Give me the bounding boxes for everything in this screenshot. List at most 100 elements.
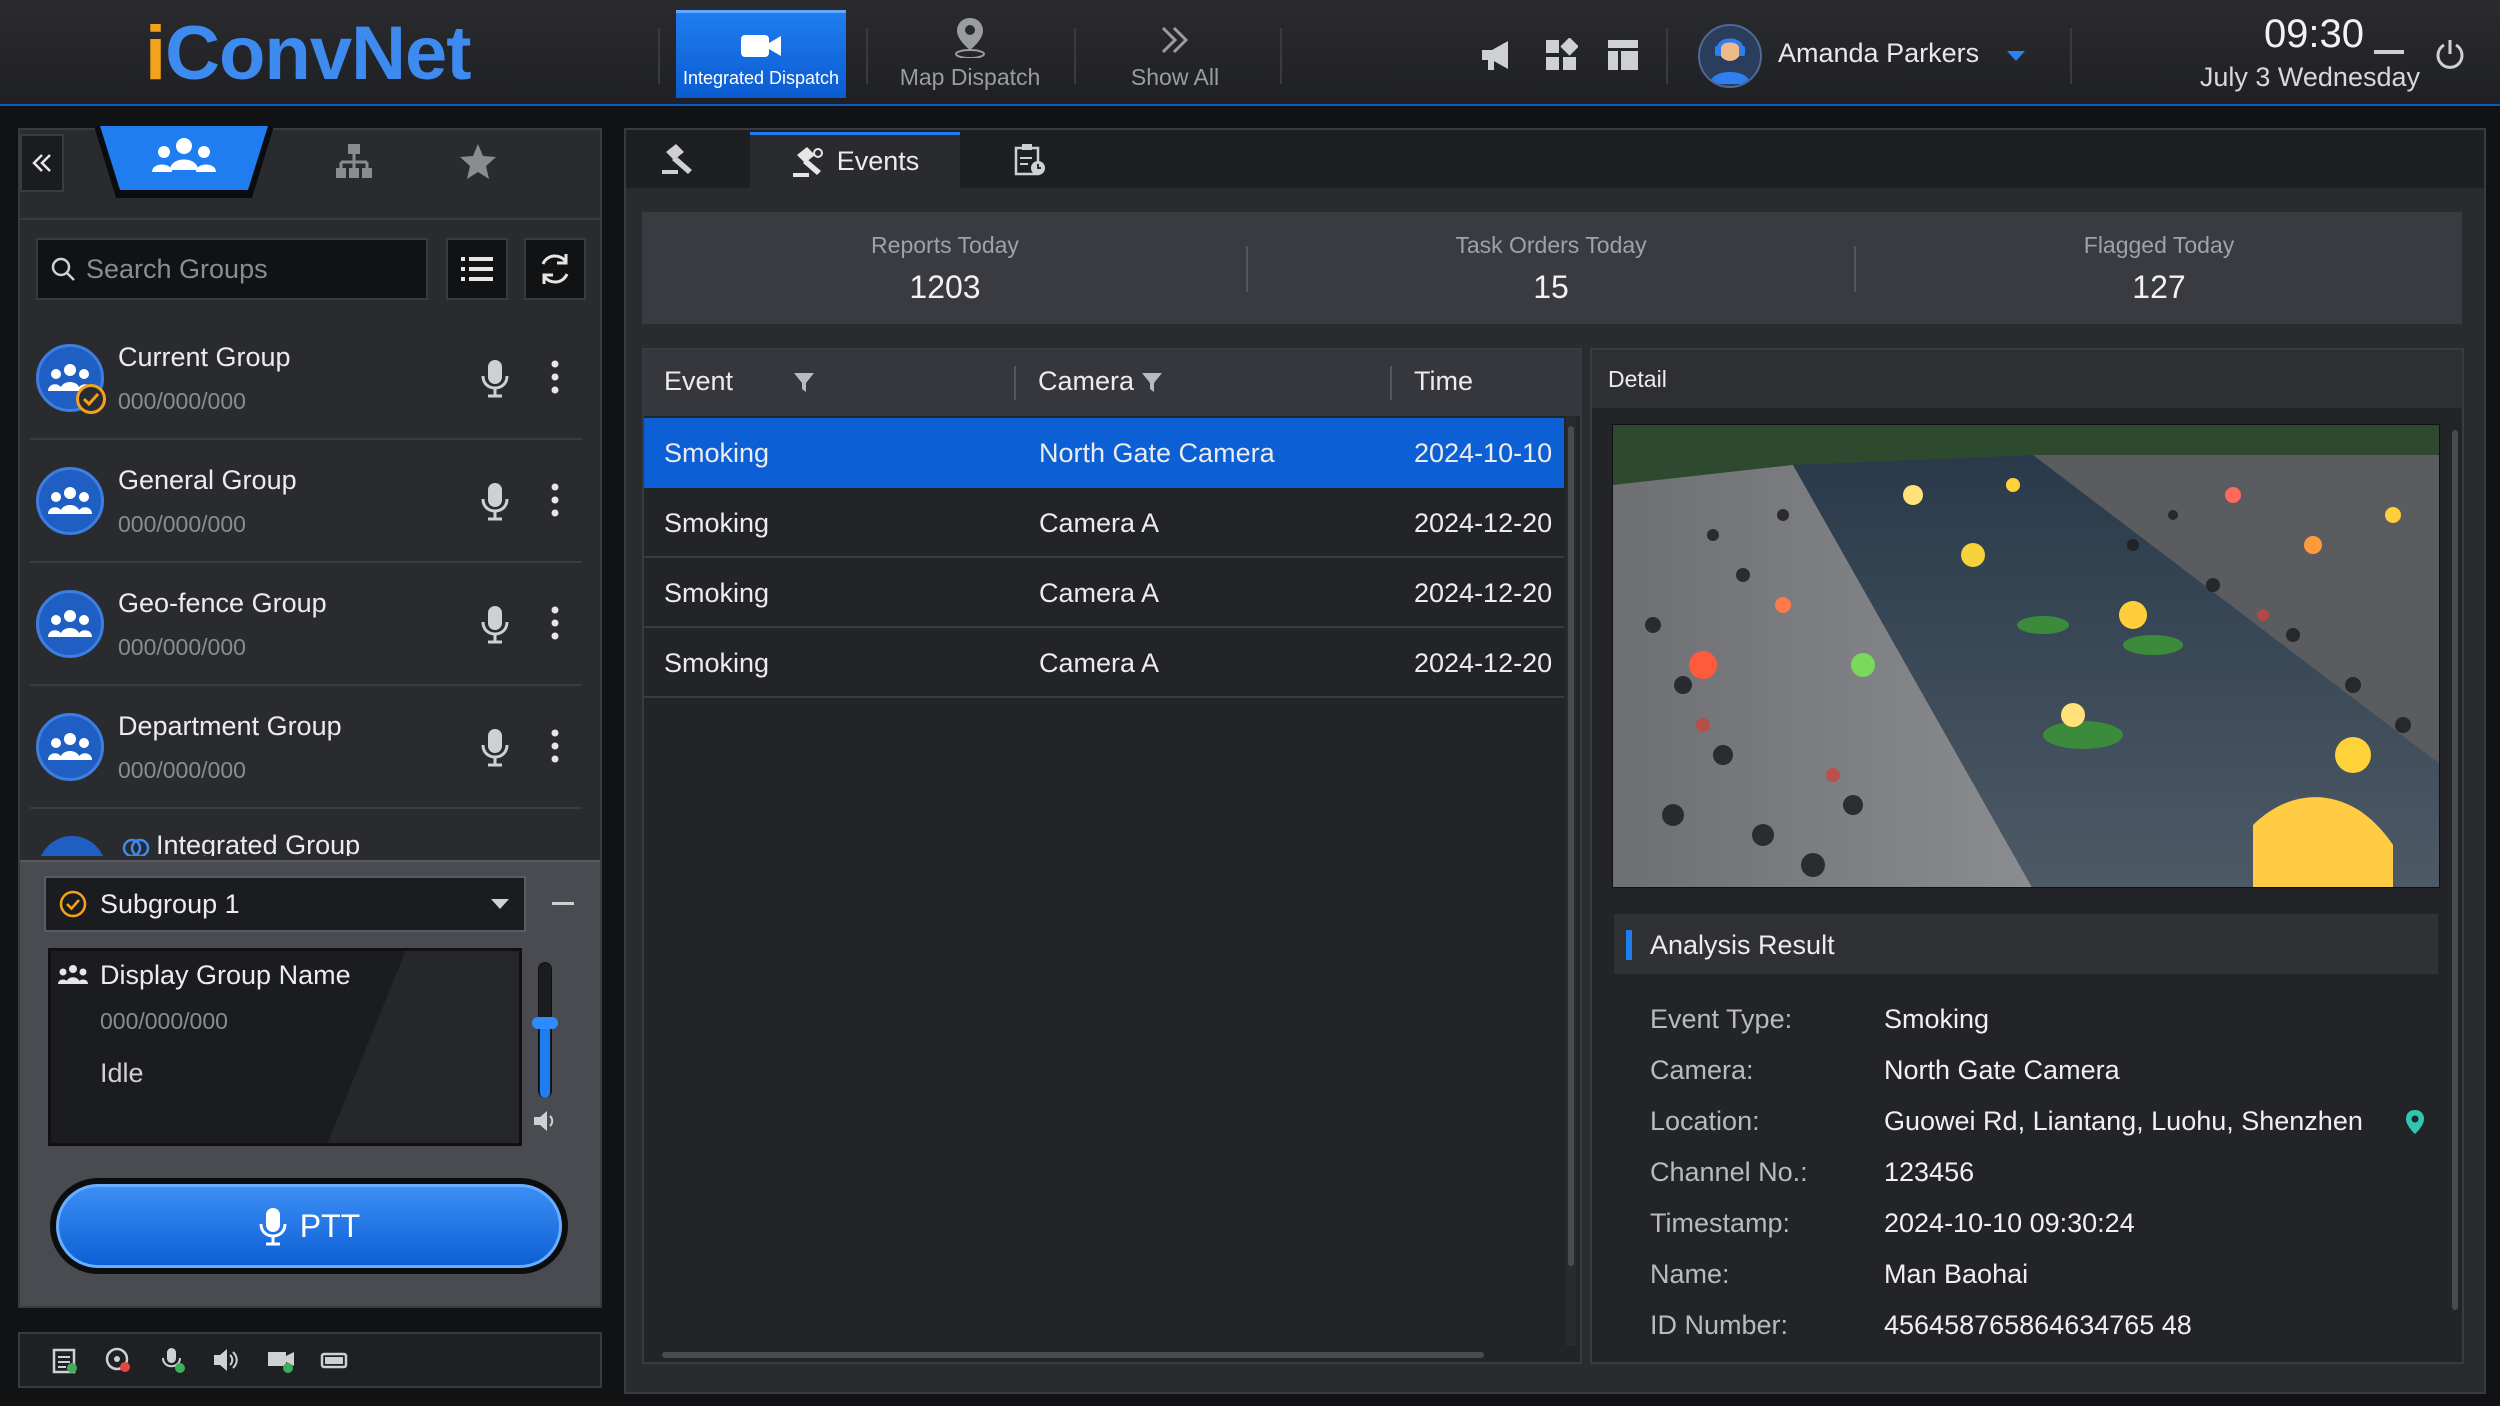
column-divider (1014, 366, 1016, 400)
more-vertical-icon[interactable] (550, 358, 560, 396)
org-chart-icon (336, 144, 372, 178)
hammer-icon (662, 144, 692, 174)
group-name: Integrated Group (156, 830, 361, 856)
battery-icon[interactable] (320, 1346, 350, 1374)
task-list-icon[interactable] (50, 1346, 78, 1374)
video-status-icon[interactable] (266, 1346, 296, 1374)
group-item-integrated[interactable]: Integrated Group (30, 822, 582, 856)
speaker-status-icon[interactable] (212, 1346, 240, 1374)
table-row[interactable]: Smoking Camera A 2024-12-20 09:30:24 (644, 488, 1564, 558)
microphone-icon[interactable] (480, 481, 510, 521)
group-item-general[interactable]: General Group 000/000/000 (30, 441, 582, 563)
microphone-icon[interactable] (480, 727, 510, 767)
cell-time: 2024-12-20 09:30:24 (1414, 578, 1560, 608)
nav-integrated-dispatch-label: Integrated Dispatch (682, 68, 840, 88)
column-header-camera[interactable]: Camera (1038, 366, 1134, 397)
table-horizontal-scroll-thumb[interactable] (662, 1352, 1484, 1358)
window-layout-icon[interactable] (1606, 38, 1640, 72)
group-item-department[interactable]: Department Group 000/000/000 (30, 687, 582, 809)
megaphone-icon[interactable] (1480, 38, 1516, 72)
cell-camera: Camera A (1039, 508, 1160, 538)
user-avatar[interactable] (1698, 24, 1762, 88)
double-chevron-left-icon (32, 154, 51, 172)
field-value-name: Man Baohai (1884, 1259, 2029, 1289)
tab-alarm[interactable] (660, 142, 696, 176)
more-vertical-icon[interactable] (550, 481, 560, 519)
search-box[interactable] (36, 238, 428, 300)
collapse-card-button[interactable] (552, 902, 574, 905)
microphone-status-icon[interactable] (158, 1346, 186, 1374)
nav-show-all[interactable]: Show All (1090, 10, 1260, 98)
app-logo: iConvNet (145, 11, 472, 96)
network-status-icon[interactable] (104, 1346, 132, 1374)
tab-favorites[interactable] (458, 142, 498, 180)
nav-show-all-label: Show All (1130, 63, 1220, 90)
microphone-icon[interactable] (480, 604, 510, 644)
logo-main: ConvNet (165, 11, 471, 96)
analysis-accent-bar (1626, 930, 1632, 960)
subgroup-select[interactable]: Subgroup 1 (44, 876, 526, 932)
caret-down-icon[interactable] (2006, 50, 2026, 62)
microphone-icon[interactable] (480, 358, 510, 398)
group-icon (38, 836, 106, 856)
field-label-timestamp: Timestamp: (1650, 1208, 1791, 1238)
group-item-geofence[interactable]: Geo-fence Group 000/000/000 (30, 564, 582, 686)
group-icon (36, 713, 104, 781)
search-input[interactable] (86, 253, 416, 285)
table-vertical-scroll-thumb[interactable] (1568, 426, 1574, 1266)
more-vertical-icon[interactable] (550, 727, 560, 765)
tab-report[interactable] (1012, 142, 1048, 178)
nav-map-dispatch[interactable]: Map Dispatch (880, 10, 1060, 98)
group-name: Department Group (118, 711, 342, 741)
field-value-event-type: Smoking (1884, 1004, 1990, 1034)
column-header-event[interactable]: Event (664, 366, 733, 397)
map-pin-person-icon (952, 17, 988, 58)
refresh-button[interactable] (524, 238, 586, 300)
list-view-button[interactable] (446, 238, 508, 300)
table-row[interactable]: Smoking North Gate Camera 2024-10-10 09:… (644, 418, 1564, 488)
group-id: 000/000/000 (118, 511, 246, 537)
stat-task-orders-today: Task Orders Today 15 (1248, 212, 1854, 324)
cell-event: Smoking (664, 508, 770, 538)
volume-handle[interactable] (532, 1017, 558, 1029)
user-name[interactable]: Amanda Parkers (1778, 38, 1979, 69)
tab-events[interactable]: Events (750, 132, 960, 188)
nav-integrated-dispatch[interactable]: Integrated Dispatch (676, 10, 846, 98)
column-header-time[interactable]: Time (1414, 366, 1473, 397)
star-icon (460, 144, 496, 179)
table-row[interactable]: Smoking Camera A 2024-12-20 09:30:24 (644, 558, 1564, 628)
more-vertical-icon[interactable] (550, 604, 560, 642)
analysis-result-title: Analysis Result (1650, 930, 1835, 960)
collapse-panel-button[interactable] (20, 134, 64, 192)
detail-title: Detail (1608, 366, 1667, 392)
filter-icon[interactable] (1140, 370, 1164, 394)
field-value-camera: North Gate Camera (1884, 1055, 2120, 1085)
field-label-camera: Camera: (1650, 1055, 1754, 1085)
minimize-button[interactable] (2374, 50, 2404, 54)
event-snapshot-image[interactable] (1612, 424, 2440, 888)
caret-down-icon (491, 899, 509, 909)
panel-divider (18, 218, 602, 220)
grid-layout-icon[interactable] (1544, 38, 1578, 72)
tab-organization[interactable] (334, 142, 374, 180)
volume-fill (540, 1023, 550, 1098)
stat-reports-today: Reports Today 1203 (642, 212, 1248, 324)
table-row[interactable]: Smoking Camera A 2024-12-20 09:30:24 (644, 628, 1564, 698)
cell-event: Smoking (664, 648, 770, 678)
tab-groups[interactable] (92, 126, 276, 200)
microphone-icon (259, 1208, 287, 1246)
ptt-button[interactable]: PTT (50, 1178, 568, 1274)
detail-scroll-thumb[interactable] (2452, 430, 2458, 1310)
stat-value: 127 (2132, 269, 2186, 305)
speaker-icon[interactable] (532, 1110, 558, 1132)
display-group-name: Display Group Name (100, 960, 351, 990)
location-pin-icon[interactable] (2404, 1108, 2426, 1136)
group-id: 000/000/000 (118, 388, 246, 414)
subgroup-label: Subgroup 1 (100, 888, 240, 919)
group-item-current[interactable]: Current Group 000/000/000 (30, 318, 582, 440)
nav-divider (1074, 28, 1076, 84)
power-icon[interactable] (2434, 38, 2466, 70)
field-value-channel: 123456 (1884, 1157, 1975, 1187)
column-divider (1390, 366, 1392, 400)
filter-icon[interactable] (792, 370, 816, 394)
